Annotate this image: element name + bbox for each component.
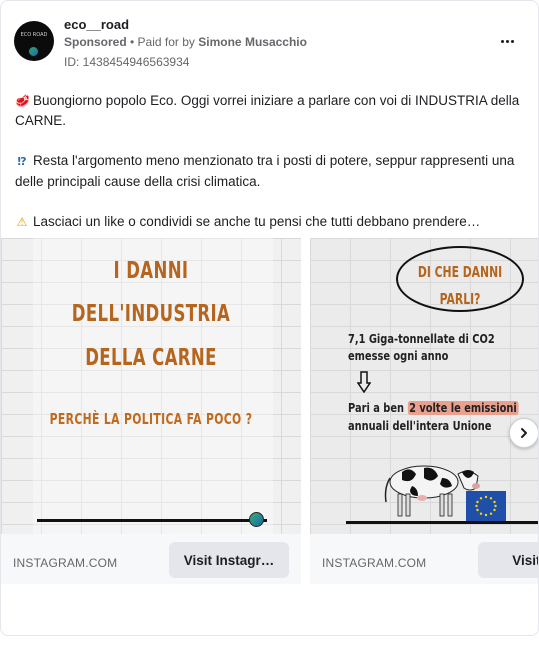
media-carousel: I DANNI DELL'INDUSTRIA DELLA CARNE PERCH… xyxy=(1,238,538,588)
post-paragraph: ⁉ Resta l'argomento meno menzionato tra i… xyxy=(15,151,530,192)
warning-emoji-icon: ⚠ xyxy=(16,215,28,229)
slide-divider xyxy=(346,521,538,524)
carousel-next-button[interactable] xyxy=(509,418,538,448)
card-footer-2: INSTAGRAM.COM Visit Ins xyxy=(310,534,538,584)
slide-text-line-4: annuali dell'intera Unione xyxy=(348,419,492,433)
slide-text-line-1: 7,1 Giga-tonnellate di CO2 xyxy=(348,332,495,346)
chevron-right-icon xyxy=(521,428,527,438)
more-dot xyxy=(505,39,509,43)
ad-id: ID: 1438454946563934 xyxy=(64,55,190,69)
slide-text-line-3-pre: Pari a ben xyxy=(348,401,408,415)
link-domain: INSTAGRAM.COM xyxy=(13,556,118,570)
sponsored-label: Sponsored xyxy=(64,35,127,49)
more-dot xyxy=(510,39,514,43)
card-footer-1: INSTAGRAM.COM Visit Instagr… xyxy=(1,534,301,584)
avatar-logo-text: ECO ROAD xyxy=(20,32,48,38)
post-paragraph: ⚠ Lasciaci un like o condividi se anche t… xyxy=(15,212,530,232)
bubble-line-1: DI CHE DANNI xyxy=(417,263,503,281)
arrow-down-icon xyxy=(357,371,371,393)
post-paragraph-3: Lasciaci un like o condividi se anche tu… xyxy=(33,214,481,229)
slide-subtitle: PERCHÈ LA POLITICA FA POCO ? xyxy=(49,410,253,428)
globe-icon xyxy=(28,46,39,57)
page-avatar[interactable]: ECO ROAD xyxy=(14,21,54,61)
sponsored-line: Sponsored • Paid for by Simone Musacchio xyxy=(64,35,307,49)
more-horizontal-icon xyxy=(500,39,504,43)
paid-by-name: Simone Musacchio xyxy=(198,35,307,49)
carousel-image-2[interactable]: DI CHE DANNI PARLI? 7,1 Giga-tonnellate … xyxy=(310,238,538,534)
ad-card: ECO ROAD eco__road Sponsored • Paid for … xyxy=(0,0,539,636)
meat-emoji-icon: 🥩 xyxy=(15,94,30,108)
slide-text-line-2: emesse ogni anno xyxy=(348,349,449,363)
highlighted-text: 2 volte le emissioni xyxy=(407,401,519,415)
carousel-image-1[interactable]: I DANNI DELL'INDUSTRIA DELLA CARNE PERCH… xyxy=(1,238,301,534)
bubble-line-2: PARLI? xyxy=(439,290,481,308)
slide-text-line-3: Pari a ben 2 volte le emissioni xyxy=(348,401,519,415)
post-text: 🥩 Buongiorno popolo Eco. Oggi vorrei iniz… xyxy=(15,91,530,232)
slide-divider xyxy=(37,519,267,522)
post-paragraph-2: Resta l'argomento meno menzionato tra i … xyxy=(15,153,515,189)
paid-for-prefix: • Paid for by xyxy=(130,35,195,49)
slide-title-line-3: DELLA CARNE xyxy=(85,345,217,371)
post-paragraph-1: Buongiorno popolo Eco. Oggi vorrei inizi… xyxy=(15,93,520,128)
more-options-button[interactable] xyxy=(497,31,517,51)
post-paragraph: 🥩 Buongiorno popolo Eco. Oggi vorrei iniz… xyxy=(15,91,530,131)
interrobang-emoji-icon: ⁉ xyxy=(17,156,27,168)
carousel-card-1[interactable]: I DANNI DELL'INDUSTRIA DELLA CARNE PERCH… xyxy=(1,238,301,584)
carousel-card-2[interactable]: DI CHE DANNI PARLI? 7,1 Giga-tonnellate … xyxy=(310,238,538,584)
globe-icon xyxy=(249,512,264,527)
slide-title-line-2: DELL'INDUSTRIA xyxy=(71,301,231,327)
slide-title-line-1: I DANNI xyxy=(113,258,189,284)
visit-instagram-button[interactable]: Visit Instagr… xyxy=(169,542,289,578)
visit-instagram-button[interactable]: Visit Ins xyxy=(478,542,538,578)
link-domain: INSTAGRAM.COM xyxy=(322,556,427,570)
page-name-link[interactable]: eco__road xyxy=(64,17,129,32)
eu-flag-icon xyxy=(466,491,506,521)
